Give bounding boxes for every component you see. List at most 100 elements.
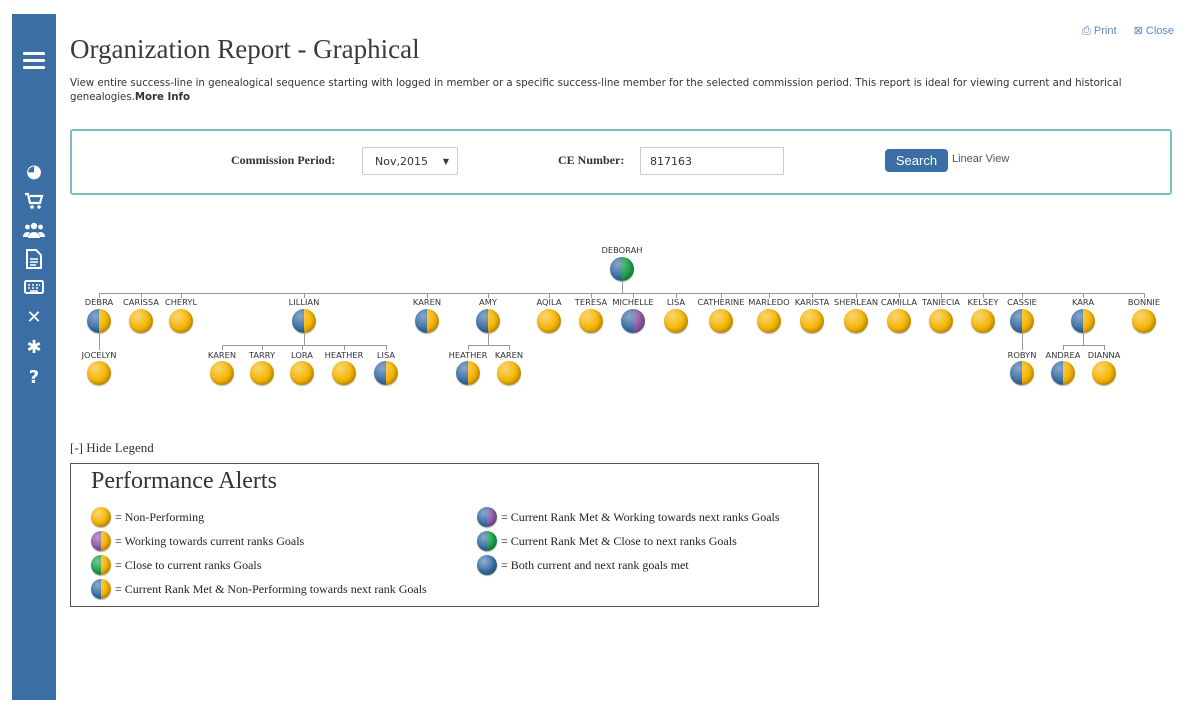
member-name[interactable]: KARISTA	[795, 297, 830, 307]
member-name[interactable]: LORA	[291, 350, 313, 360]
member-status-icon[interactable]	[971, 309, 995, 333]
member-name[interactable]: HEATHER	[449, 350, 488, 360]
member-name[interactable]: LISA	[377, 350, 395, 360]
search-button[interactable]: Search	[885, 149, 948, 172]
legend-item-label: = Current Rank Met & Non-Performing towa…	[115, 581, 427, 596]
member-status-icon[interactable]	[332, 361, 356, 385]
hide-legend-toggle[interactable]: [-] Hide Legend	[70, 440, 154, 456]
member-name[interactable]: AMY	[479, 297, 497, 307]
member-name[interactable]: TERESA	[575, 297, 607, 307]
member-name[interactable]: TANIECIA	[922, 297, 960, 307]
menu-icon[interactable]	[23, 52, 45, 70]
member-name[interactable]: KAREN	[208, 350, 236, 360]
member-status-icon[interactable]	[415, 309, 439, 333]
member-status-icon[interactable]	[210, 361, 234, 385]
legend-item: = Close to current ranks Goals	[91, 555, 261, 575]
member-status-icon[interactable]	[844, 309, 868, 333]
member-status-icon[interactable]	[1010, 309, 1034, 333]
legend-item-label: = Current Rank Met & Close to next ranks…	[501, 533, 737, 548]
linear-view-link[interactable]: Linear View	[952, 153, 1009, 165]
description-text: View entire success-line in genealogical…	[70, 78, 1122, 103]
member-status-icon[interactable]	[476, 309, 500, 333]
member-status-icon[interactable]	[169, 309, 193, 333]
member-status-icon[interactable]	[1051, 361, 1075, 385]
member-name[interactable]: ANDREA	[1046, 350, 1081, 360]
legend-item-label: = Non-Performing	[115, 509, 205, 524]
member-status-icon[interactable]	[456, 361, 480, 385]
member-status-icon[interactable]	[1092, 361, 1116, 385]
member-name[interactable]: LISA	[667, 297, 685, 307]
tree-connector	[99, 333, 100, 345]
member-name[interactable]: CHERYL	[165, 297, 197, 307]
member-status-icon[interactable]	[709, 309, 733, 333]
member-name[interactable]: ROBYN	[1008, 350, 1037, 360]
legend-item-label: = Working towards current ranks Goals	[115, 533, 305, 548]
member-name[interactable]: CARISSA	[123, 297, 159, 307]
member-status-icon[interactable]	[621, 309, 645, 333]
member-name[interactable]: BONNIE	[1128, 297, 1160, 307]
cart-icon[interactable]	[20, 190, 48, 212]
member-status-icon[interactable]	[87, 361, 111, 385]
member-name[interactable]: CAMILLA	[881, 297, 917, 307]
member-name[interactable]: LILLIAN	[289, 297, 320, 307]
ce-number-input[interactable]: 817163	[640, 147, 784, 175]
dashboard-icon[interactable]: ◕	[20, 160, 48, 182]
tree-connector	[304, 333, 305, 345]
legend-item-label: = Both current and next rank goals met	[501, 557, 689, 572]
member-name[interactable]: KARA	[1072, 297, 1094, 307]
more-info-link[interactable]: More Info	[135, 92, 190, 103]
member-status-icon[interactable]	[374, 361, 398, 385]
member-status-icon[interactable]	[250, 361, 274, 385]
member-status-icon[interactable]	[929, 309, 953, 333]
print-label: Print	[1093, 25, 1117, 37]
close-icon: ⊠	[1133, 25, 1146, 37]
commission-period-label: Commission Period:	[231, 153, 336, 167]
member-status-icon[interactable]	[1132, 309, 1156, 333]
commission-period-select[interactable]: Nov,2015 ▼	[362, 147, 458, 175]
member-status-icon[interactable]	[664, 309, 688, 333]
member-name[interactable]: KAREN	[413, 297, 441, 307]
member-name[interactable]: DEBRA	[85, 297, 113, 307]
member-name[interactable]: CASSIE	[1007, 297, 1037, 307]
member-name[interactable]: MICHELLE	[612, 297, 653, 307]
member-name[interactable]: KELSEY	[968, 297, 999, 307]
member-status-icon[interactable]	[537, 309, 561, 333]
member-status-icon[interactable]	[497, 361, 521, 385]
member-name[interactable]: TARRY	[249, 350, 275, 360]
member-name[interactable]: MARLEDO	[748, 297, 789, 307]
legend-item: = Non-Performing	[91, 507, 204, 527]
member-status-icon[interactable]	[87, 309, 111, 333]
chevron-down-icon: ▼	[442, 157, 449, 166]
member-status-icon[interactable]	[292, 309, 316, 333]
page-description: View entire success-line in genealogical…	[70, 77, 1160, 105]
tree-connector	[1063, 345, 1104, 346]
close-link[interactable]: ⊠ Close	[1134, 25, 1174, 37]
tree-connector	[622, 281, 623, 293]
member-status-icon[interactable]	[800, 309, 824, 333]
member-name[interactable]: JOCELYN	[82, 350, 117, 360]
tree-connector	[222, 345, 386, 346]
status-dot-icon	[477, 507, 497, 527]
status-dot-icon	[91, 579, 111, 599]
member-status-icon[interactable]	[290, 361, 314, 385]
status-dot-icon	[477, 531, 497, 551]
member-status-icon[interactable]	[1010, 361, 1034, 385]
member-name[interactable]: DIANNA	[1088, 350, 1121, 360]
legend-panel: Performance Alerts = Non-Performing = Wor…	[70, 463, 819, 607]
member-status-icon[interactable]	[579, 309, 603, 333]
member-name[interactable]: SHERLEAN	[834, 297, 878, 307]
member-name[interactable]: HEATHER	[325, 350, 364, 360]
member-name[interactable]: DEBORAH	[601, 245, 642, 255]
member-status-icon[interactable]	[129, 309, 153, 333]
member-status-icon[interactable]	[887, 309, 911, 333]
member-name[interactable]: KAREN	[495, 350, 523, 360]
member-name[interactable]: AQILA	[537, 297, 562, 307]
member-status-icon[interactable]	[1071, 309, 1095, 333]
legend-item: = Current Rank Met & Close to next ranks…	[477, 531, 737, 551]
organization-tree: DEBORAH DEBRA CARISSA CHERYL LILLIAN KAREN AMY…	[0, 230, 1200, 400]
member-name[interactable]: CATHERINE	[697, 297, 744, 307]
printer-icon: ⎙	[1082, 25, 1094, 37]
print-link[interactable]: ⎙ Print	[1082, 25, 1116, 37]
member-status-icon[interactable]	[757, 309, 781, 333]
member-status-icon[interactable]	[610, 257, 634, 281]
